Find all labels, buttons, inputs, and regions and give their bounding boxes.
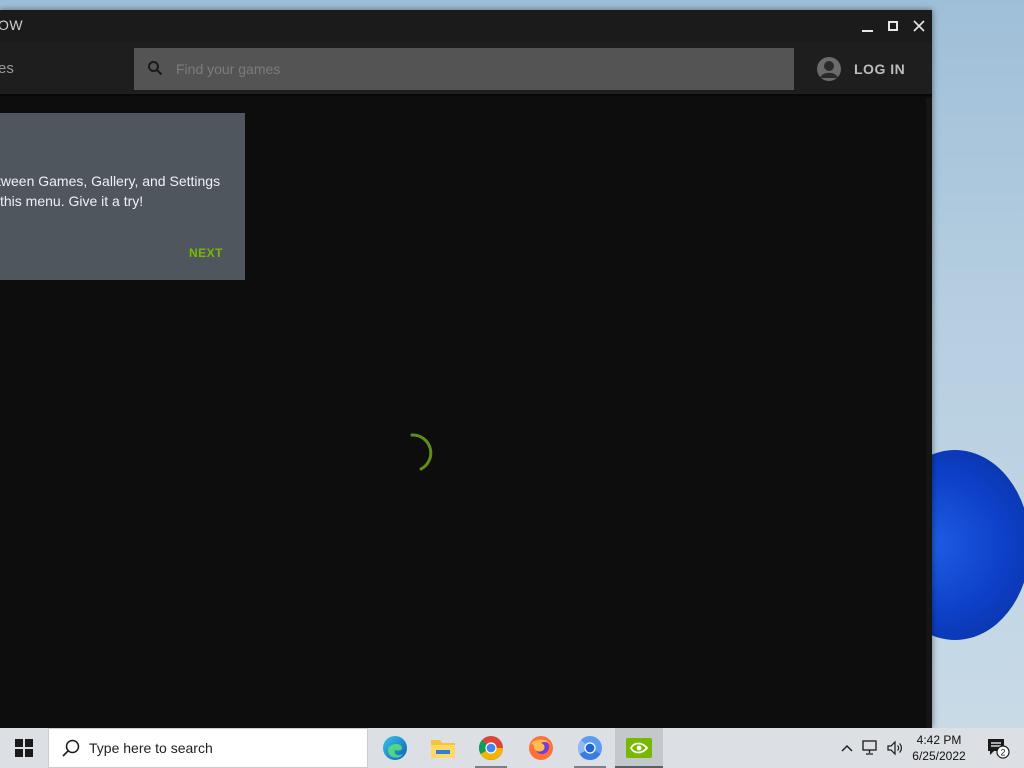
clock-time: 4:42 PM [916, 733, 962, 747]
taskbar: Type here to search 4:42 PM 6/25/2022 2 [0, 728, 1024, 768]
search-icon [148, 61, 163, 76]
taskbar-nvidia[interactable] [615, 728, 663, 768]
onboarding-text-line-2: this menu. Give it a try! [0, 193, 144, 209]
content-scrollbar[interactable] [926, 98, 932, 728]
network-icon [862, 740, 877, 755]
taskbar-file-explorer[interactable] [419, 728, 467, 768]
taskbar-firefox[interactable] [517, 728, 565, 768]
maximize-icon [888, 21, 898, 31]
start-button[interactable] [0, 728, 48, 768]
firefox-icon [529, 736, 553, 760]
notification-count: 2 [1000, 748, 1005, 758]
taskbar-clock[interactable]: 4:42 PM 6/25/2022 [906, 732, 972, 764]
maximize-button[interactable] [880, 10, 906, 42]
main-content: tween Games, Gallery, and Settings this … [0, 98, 932, 728]
windows-logo-icon [15, 739, 33, 757]
next-button[interactable]: NEXT [189, 246, 223, 260]
close-button[interactable] [906, 10, 932, 42]
network-button[interactable] [860, 728, 882, 768]
volume-button[interactable] [884, 728, 906, 768]
action-center-button[interactable]: 2 [978, 728, 1018, 768]
show-hidden-icons-button[interactable] [836, 728, 858, 768]
clock-date: 6/25/2022 [912, 749, 966, 763]
file-explorer-icon [431, 740, 455, 758]
chromium-icon [577, 736, 602, 761]
search-bar[interactable] [134, 48, 794, 90]
nvidia-icon [626, 738, 652, 758]
notification-icon: 2 [988, 739, 1010, 759]
app-window: OW es LOG IN [0, 10, 932, 728]
onboarding-text-line-1: tween Games, Gallery, and Settings [0, 173, 221, 189]
top-nav-bar: es LOG IN [0, 42, 932, 96]
speaker-icon [887, 740, 902, 756]
login-button[interactable]: LOG IN [816, 52, 905, 86]
taskbar-search-label: Type here to search [89, 740, 213, 756]
window-title: OW [0, 17, 24, 33]
login-label: LOG IN [854, 61, 906, 77]
nav-games-tab[interactable]: es [0, 60, 14, 77]
minimize-button[interactable] [854, 10, 880, 42]
user-avatar-icon [817, 57, 841, 81]
onboarding-tooltip: tween Games, Gallery, and Settings this … [0, 113, 245, 280]
minimize-icon [861, 30, 873, 32]
chevron-up-icon [841, 745, 853, 752]
edge-icon [383, 736, 407, 760]
search-icon [62, 739, 80, 757]
taskbar-search-box[interactable]: Type here to search [48, 728, 368, 768]
close-icon [913, 20, 925, 32]
taskbar-chromium[interactable] [566, 728, 614, 768]
search-input[interactable] [176, 48, 776, 90]
chrome-icon [478, 736, 503, 761]
loading-spinner-icon [410, 433, 433, 471]
taskbar-chrome[interactable] [467, 728, 515, 768]
taskbar-edge[interactable] [371, 728, 419, 768]
title-bar[interactable]: OW [0, 10, 932, 42]
onboarding-text: tween Games, Gallery, and Settings this … [0, 171, 240, 211]
